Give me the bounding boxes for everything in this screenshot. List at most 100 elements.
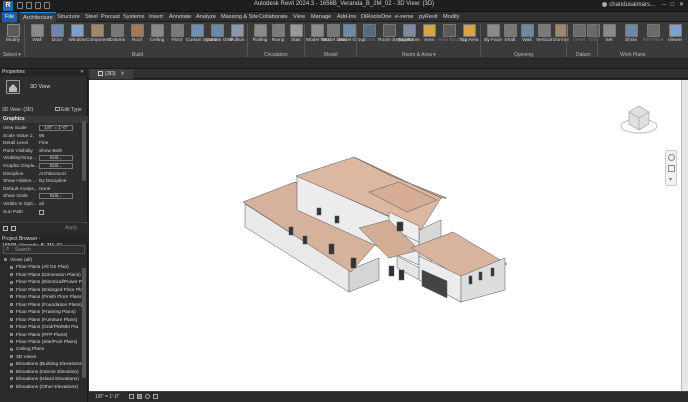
nav-menu-icon[interactable]: ▾ [669, 176, 672, 183]
tab-architecture[interactable]: Architecture [20, 12, 56, 22]
detail-level-icon[interactable] [129, 394, 134, 399]
props-scrollbar[interactable] [82, 121, 86, 181]
tab-dirootsone[interactable]: DiRootsOne [358, 12, 394, 22]
zoom-icon[interactable] [668, 165, 675, 172]
browser-item-views-all[interactable]: Views (all) [4, 257, 32, 264]
expand-icon[interactable] [10, 340, 13, 344]
minimize-icon[interactable]: – [663, 2, 666, 8]
expand-icon[interactable] [10, 347, 13, 351]
view-properties-icon[interactable] [3, 226, 8, 231]
user-account[interactable]: chandusaimars... – □ ✕ [602, 1, 684, 8]
tab-pyrevit[interactable]: pyRevit [416, 12, 441, 22]
view-tab-3d[interactable]: {3D} ✕ [90, 69, 133, 79]
mullion-button[interactable]: Mullion [226, 24, 248, 50]
browser-item-floor-plans-pfp-plans[interactable]: Floor Plans (PFP Plans) [10, 332, 67, 339]
close-tab-icon[interactable]: ✕ [120, 71, 125, 77]
ceiling-button[interactable]: Ceiling [146, 24, 168, 50]
tab-collaborate[interactable]: Collaborate [256, 12, 291, 22]
expand-icon[interactable] [10, 377, 13, 381]
viewer-button[interactable]: Viewer [664, 24, 686, 50]
visual-style-icon[interactable] [137, 394, 142, 399]
sun-path-checkbox[interactable] [39, 209, 44, 215]
area-boundary-button[interactable]: Area Boundary [438, 24, 470, 50]
tab-annotate[interactable]: Annotate [166, 12, 194, 22]
browser-item-elevations-island-elevations[interactable]: Elevations (Island Elevations) [10, 376, 79, 383]
edit-type-button[interactable]: Edit Type [55, 107, 82, 113]
browser-item-floor-plans-all-on-plan[interactable]: Floor Plans (All On Plan) [10, 264, 69, 271]
type-selector[interactable]: 3D View [30, 84, 50, 90]
component-button[interactable]: Component [86, 24, 111, 50]
maximize-icon[interactable]: □ [671, 2, 675, 8]
floor-button[interactable]: Floor [166, 24, 188, 50]
view-scrollbar[interactable] [681, 80, 688, 391]
prop-value-button[interactable]: 1/8" = 1'-0" [39, 125, 73, 131]
curtain-system-button[interactable]: Curtain System [186, 24, 219, 50]
apply-button[interactable]: Apply [65, 225, 78, 231]
browser-item-floor-plans-enlarged-floor-pla[interactable]: Floor Plans (Enlarged Floor Pla [10, 287, 83, 294]
tab-analyze[interactable]: Analyze [193, 12, 219, 22]
tab-systems[interactable]: Systems [120, 12, 147, 22]
panel-label-room-area[interactable]: Room & Area ▾ [402, 52, 436, 58]
door-button[interactable]: Door [46, 24, 68, 50]
tab-file[interactable]: File [2, 12, 18, 22]
roof-button[interactable]: Roof [126, 24, 148, 50]
browser-item-floor-plans-finish-floor-plans[interactable]: Floor Plans (Finish Floor Plans) [10, 294, 83, 301]
collapse-icon[interactable] [4, 258, 7, 262]
expand-icon[interactable] [10, 295, 13, 299]
browser-item-elevations-other-elevations[interactable]: Elevations (Other Elevations) [10, 384, 78, 391]
tab-structure[interactable]: Structure [54, 12, 83, 22]
view-scale[interactable]: 1/8" = 1'-0" [95, 394, 119, 400]
prop-value-button[interactable]: Edit... [39, 193, 73, 200]
close-palette-icon[interactable]: ✕ [80, 69, 84, 75]
browser-item-floor-plans-grid-pm-mkt-pla[interactable]: Floor Plans (Grid/PM/Mkt Pla [10, 324, 78, 331]
show-button[interactable]: Show [620, 24, 642, 50]
tab-add-ins[interactable]: Add-Ins [334, 12, 359, 22]
room-separator-button[interactable]: Room Separator [378, 24, 413, 50]
browser-item-floor-plans-furniture-plans[interactable]: Floor Plans (Furniture Plans) [10, 317, 77, 324]
tab-modify[interactable]: Modify [440, 12, 462, 22]
expand-icon[interactable] [10, 265, 13, 269]
drawing-canvas[interactable]: ▾ [89, 80, 681, 391]
browser-item-elevations-interior-elevation[interactable]: Elevations (Interior Elevation) [10, 369, 79, 376]
window-button[interactable]: Window [66, 24, 88, 50]
expand-icon[interactable] [10, 325, 13, 329]
area-button[interactable]: Area [418, 24, 440, 50]
set-button[interactable]: Set [598, 24, 620, 50]
expand-icon[interactable] [10, 273, 13, 277]
graphics-section[interactable]: Graphics [0, 116, 88, 123]
expand-icon[interactable] [10, 288, 13, 292]
browser-item-elevations-building-elevations[interactable]: Elevations (Building Elevations [10, 361, 82, 368]
browser-item-floor-plans-electrical-power-pl[interactable]: Floor Plans (Electrical/Power Pl [10, 279, 83, 286]
expand-icon[interactable] [10, 384, 13, 388]
tab-insert[interactable]: Insert [146, 12, 166, 22]
modify-button[interactable]: Modify [2, 24, 24, 50]
tab-manage[interactable]: Manage [308, 12, 334, 22]
steering-wheel-icon[interactable] [668, 154, 675, 161]
expand-icon[interactable] [10, 369, 13, 373]
wall-button[interactable]: Wall [26, 24, 48, 50]
expand-icon[interactable] [10, 362, 13, 366]
ref-plane-button[interactable]: Ref Plane [642, 24, 664, 50]
browser-item-floor-plans-foundation-plans[interactable]: Floor Plans (Foundation Plans) [10, 302, 82, 309]
curtain-grid-button[interactable]: Curtain Grid [206, 24, 232, 50]
browser-item-floor-plans-framing-plans[interactable]: Floor Plans (Framing Plans) [10, 309, 76, 316]
tag-room-button[interactable]: Tag Room [398, 24, 420, 50]
browser-item-floor-plans-dimension-plans[interactable]: Floor Plans (Dimension Plans) [10, 272, 81, 279]
browser-search[interactable]: ⌕ Search [3, 245, 85, 254]
browser-item-floor-plans-site-pool-plans[interactable]: Floor Plans (Site/Pool Plans) [10, 339, 77, 346]
expand-icon[interactable] [10, 280, 13, 284]
sun-path-icon[interactable] [145, 394, 150, 399]
prop-value-button[interactable]: Edit... [39, 163, 73, 169]
column-button[interactable]: Column [106, 24, 128, 50]
close-icon[interactable]: ✕ [679, 2, 684, 8]
browser-item-ceiling-plans[interactable]: Ceiling Plans [10, 346, 44, 353]
shadows-icon[interactable] [153, 394, 158, 399]
browser-scrollbar[interactable] [82, 268, 86, 378]
prop-value-button[interactable]: Edit... [39, 155, 73, 162]
tab-massing-site[interactable]: Massing & Site [218, 12, 261, 22]
tab-e-verse[interactable]: e-verse [392, 12, 417, 22]
select-dropdown[interactable]: Select ▾ [3, 52, 21, 58]
expand-icon[interactable] [10, 317, 13, 321]
browser-item-3d-views[interactable]: 3D Views [10, 354, 36, 361]
expand-icon[interactable] [10, 332, 13, 336]
